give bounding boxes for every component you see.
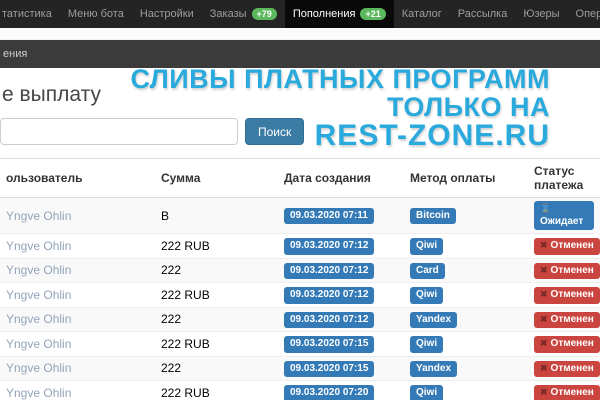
user-link[interactable]: Yngve Ohlin [6, 312, 71, 326]
payment-method-badge: Yandex [410, 312, 457, 329]
nav-item-label: Заказы [210, 8, 247, 20]
nav-item-3[interactable]: Настройки [132, 0, 202, 28]
nav-item-label: Пополнения [293, 8, 356, 20]
table-row: Yngve Ohlin 222 09.03.2020 07:12 Card ✖Отмен… [0, 258, 600, 283]
table-row: Yngve Ohlin 222 RUB 09.03.2020 07:12 Qiwi ✖О… [0, 234, 600, 259]
cross-icon: ✖ [540, 240, 548, 250]
breadcrumb-label: ения [3, 48, 27, 60]
date-badge: 09.03.2020 07:15 [284, 361, 374, 378]
nav-item-1[interactable]: татистика [0, 0, 60, 28]
nav-item-9[interactable]: Операторы [568, 0, 600, 28]
nav-item-label: Юзеры [523, 8, 559, 20]
table-row: Yngve Ohlin 222 RUB 09.03.2020 07:15 Qiwi ✖О… [0, 332, 600, 357]
search-button[interactable]: Поиск [245, 118, 304, 145]
payments-table: ользовательСуммаДата созданияМетод оплат… [0, 158, 600, 400]
top-navbar: татистика Меню бота Настройки Заказы +79 Попо… [0, 0, 600, 28]
sum-cell: В [155, 198, 278, 234]
nav-item-5[interactable]: Пополнения +21 [285, 0, 394, 28]
nav-item-label: татистика [2, 8, 52, 20]
hourglass-icon: ⌛ [540, 203, 551, 213]
cross-icon: ✖ [540, 314, 548, 324]
nav-item-2[interactable]: Меню бота [60, 0, 132, 28]
nav-item-4[interactable]: Заказы +79 [202, 0, 285, 28]
date-badge: 09.03.2020 07:12 [284, 263, 374, 280]
nav-item-label: Меню бота [68, 8, 124, 20]
cross-icon: ✖ [540, 387, 548, 397]
payment-method-badge: Qiwi [410, 238, 443, 255]
table-header-row: ользовательСуммаДата созданияМетод оплат… [0, 159, 600, 198]
nav-count-badge: +79 [252, 8, 277, 21]
table-row: Yngve Ohlin 222 RUB 09.03.2020 07:12 Qiwi ✖О… [0, 283, 600, 308]
cross-icon: ✖ [540, 338, 548, 348]
payment-method-badge: Card [410, 263, 445, 280]
nav-item-label: Настройки [140, 8, 194, 20]
table-row: Yngve Ohlin 222 RUB 09.03.2020 07:20 Qiwi ✖О… [0, 381, 600, 400]
status-badge: ✖Отменен [534, 287, 600, 304]
sum-cell: 222 [155, 258, 278, 283]
breadcrumb: ения [0, 40, 600, 68]
nav-item-label: Рассылка [458, 8, 508, 20]
user-link[interactable]: Yngve Ohlin [6, 361, 71, 375]
nav-item-8[interactable]: Юзеры [515, 0, 567, 28]
cross-icon: ✖ [540, 363, 548, 373]
column-header: ользователь [0, 159, 155, 198]
nav-item-6[interactable]: Каталог [394, 0, 450, 28]
content-area: е выплату Поиск ользовательСуммаДата соз… [0, 83, 600, 400]
navbar-items: татистика Меню бота Настройки Заказы +79 Попо… [0, 0, 600, 28]
nav-item-label: Каталог [402, 8, 442, 20]
status-badge: ⌛Ожидает [534, 201, 594, 230]
date-badge: 09.03.2020 07:11 [284, 208, 374, 225]
status-badge: ✖Отменен [534, 361, 600, 378]
table-row: Yngve Ohlin В 09.03.2020 07:11 Bitcoin ⌛Ожид… [0, 198, 600, 234]
column-header: Дата создания [278, 159, 404, 198]
sum-cell: 222 RUB [155, 283, 278, 308]
search-row: Поиск [0, 118, 600, 145]
date-badge: 09.03.2020 07:12 [284, 238, 374, 255]
cross-icon: ✖ [540, 265, 548, 275]
user-link[interactable]: Yngve Ohlin [6, 288, 71, 302]
payment-method-badge: Bitcoin [410, 208, 456, 225]
date-badge: 09.03.2020 07:12 [284, 312, 374, 329]
user-link[interactable]: Yngve Ohlin [6, 209, 71, 223]
search-input[interactable] [0, 118, 238, 145]
sum-cell: 222 RUB [155, 234, 278, 259]
sum-cell: 222 [155, 356, 278, 381]
sum-cell: 222 RUB [155, 332, 278, 357]
status-badge: ✖Отменен [534, 238, 600, 255]
status-badge: ✖Отменен [534, 385, 600, 400]
cross-icon: ✖ [540, 289, 548, 299]
column-header: Сумма [155, 159, 278, 198]
page-gap-strip [0, 28, 600, 40]
payment-method-badge: Yandex [410, 361, 457, 378]
status-badge: ✖Отменен [534, 336, 600, 353]
column-header: Статус платежа [528, 159, 600, 198]
payment-method-badge: Qiwi [410, 336, 443, 353]
nav-item-7[interactable]: Рассылка [450, 0, 516, 28]
column-header: Метод оплаты [404, 159, 528, 198]
sum-cell: 222 [155, 307, 278, 332]
payment-method-badge: Qiwi [410, 287, 443, 304]
user-link[interactable]: Yngve Ohlin [6, 263, 71, 277]
table-row: Yngve Ohlin 222 09.03.2020 07:12 Yandex ✖Отм… [0, 307, 600, 332]
nav-item-label: Операторы [576, 8, 600, 20]
date-badge: 09.03.2020 07:15 [284, 336, 374, 353]
sum-cell: 222 RUB [155, 381, 278, 400]
user-link[interactable]: Yngve Ohlin [6, 239, 71, 253]
nav-count-badge: +21 [360, 8, 385, 21]
table-row: Yngve Ohlin 222 09.03.2020 07:15 Yandex ✖Отм… [0, 356, 600, 381]
date-badge: 09.03.2020 07:20 [284, 385, 374, 400]
page-title: е выплату [2, 83, 600, 107]
user-link[interactable]: Yngve Ohlin [6, 337, 71, 351]
payments-admin-page: татистика Меню бота Настройки Заказы +79 Попо… [0, 0, 600, 400]
status-badge: ✖Отменен [534, 263, 600, 280]
user-link[interactable]: Yngve Ohlin [6, 386, 71, 400]
status-badge: ✖Отменен [534, 312, 600, 329]
payment-method-badge: Qiwi [410, 385, 443, 400]
date-badge: 09.03.2020 07:12 [284, 287, 374, 304]
